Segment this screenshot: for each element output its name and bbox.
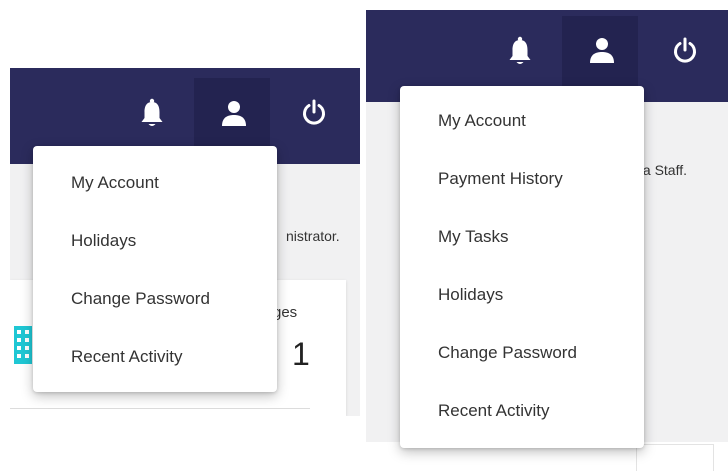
bell-icon[interactable] <box>508 36 532 66</box>
person-icon[interactable] <box>588 37 616 63</box>
bell-icon[interactable] <box>140 98 164 128</box>
menu-item-my-account[interactable]: My Account <box>400 92 644 150</box>
menu-item-holidays[interactable]: Holidays <box>400 266 644 324</box>
menu-item-my-account[interactable]: My Account <box>33 154 277 212</box>
role-text: nistrator. <box>286 228 340 244</box>
menu-item-recent-activity[interactable]: Recent Activity <box>400 382 644 440</box>
power-icon[interactable] <box>301 98 327 128</box>
menu-item-holidays[interactable]: Holidays <box>33 212 277 270</box>
menu-item-change-password[interactable]: Change Password <box>400 324 644 382</box>
menu-item-recent-activity[interactable]: Recent Activity <box>33 328 277 386</box>
card-divider <box>10 408 310 409</box>
account-dropdown-menu-right: My Account Payment History My Tasks Holi… <box>400 86 644 448</box>
menu-item-my-tasks[interactable]: My Tasks <box>400 208 644 266</box>
person-icon[interactable] <box>220 100 248 126</box>
menu-item-change-password[interactable]: Change Password <box>33 270 277 328</box>
building-icon <box>14 326 32 364</box>
menu-item-payment-history[interactable]: Payment History <box>400 150 644 208</box>
power-icon[interactable] <box>672 36 698 66</box>
card-count: 1 <box>292 336 310 372</box>
account-dropdown-menu-left: My Account Holidays Change Password Rece… <box>33 146 277 392</box>
content-card-edge <box>636 444 714 471</box>
